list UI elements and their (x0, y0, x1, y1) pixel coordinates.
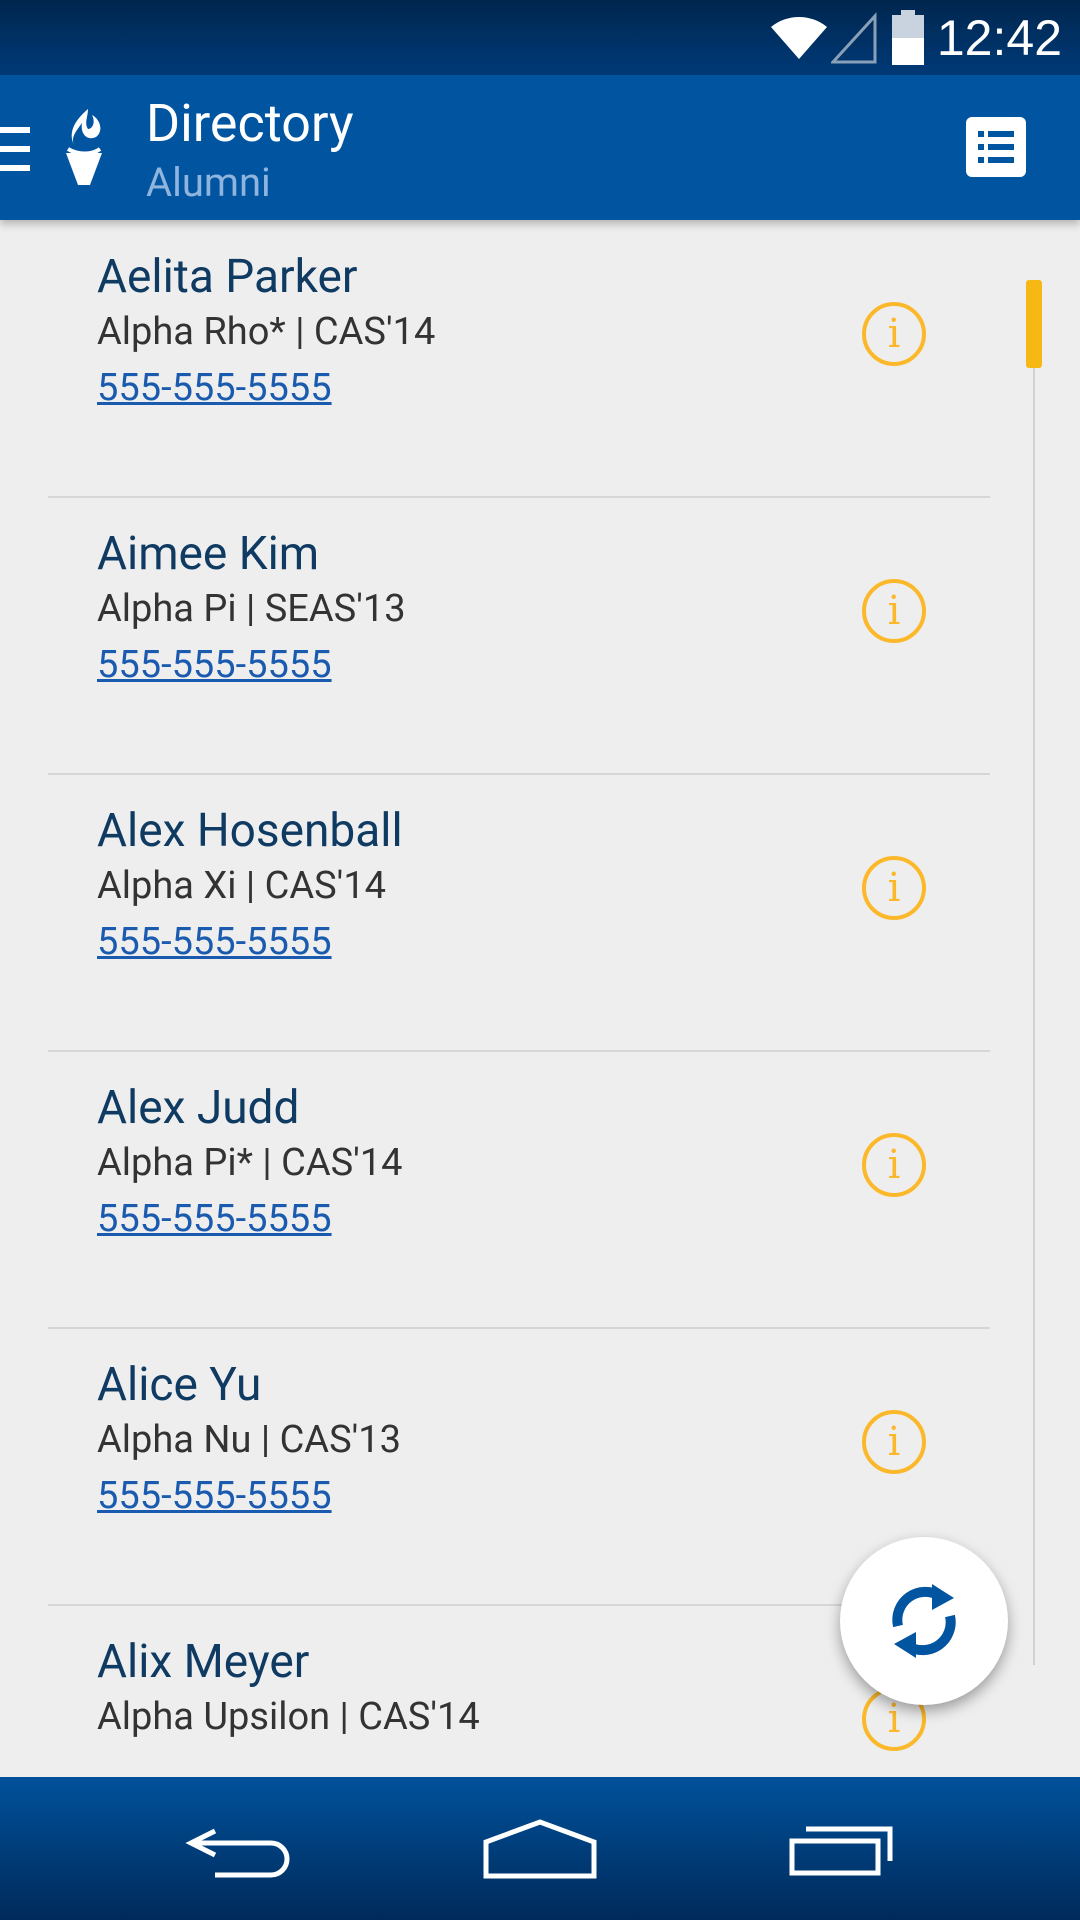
home-button[interactable] (460, 1777, 620, 1920)
hamburger-icon[interactable] (0, 127, 30, 171)
back-button[interactable] (160, 1777, 320, 1920)
list-item[interactable]: Aelita Parker Alpha Rho* | CAS'14 555-55… (48, 220, 990, 498)
contact-name: Aelita Parker (97, 250, 358, 304)
contact-phone-link[interactable]: 555-555-5555 (97, 366, 332, 410)
refresh-button[interactable] (840, 1537, 1008, 1705)
page-subtitle: Alumni (146, 159, 271, 206)
contact-meta: Alpha Xi | CAS'14 (97, 864, 387, 908)
torch-logo[interactable] (58, 107, 110, 187)
list-item[interactable]: Alex Judd Alpha Pi* | CAS'14 555-555-555… (48, 1051, 990, 1329)
system-nav-bar (0, 1777, 1080, 1920)
contact-name: Alice Yu (97, 1358, 262, 1412)
list-item[interactable]: Alice Yu Alpha Nu | CAS'13 555-555-5555 … (48, 1328, 990, 1606)
contact-phone-link[interactable]: 555-555-5555 (97, 1474, 332, 1518)
info-icon[interactable]: i (862, 856, 926, 920)
info-icon[interactable]: i (862, 1410, 926, 1474)
contact-phone-link[interactable]: 555-555-5555 (97, 643, 332, 687)
home-icon (483, 1818, 597, 1878)
list-view-icon[interactable] (966, 117, 1026, 177)
scrollbar-thumb[interactable] (1026, 280, 1042, 368)
cell-signal-icon (830, 11, 877, 63)
refresh-icon (892, 1584, 956, 1658)
page-title: Directory (146, 93, 354, 154)
recent-apps-icon (789, 1826, 893, 1875)
contact-phone-link[interactable]: 555-555-5555 (97, 1197, 332, 1241)
list-item[interactable]: Aimee Kim Alpha Pi | SEAS'13 555-555-555… (48, 497, 990, 775)
contact-phone-link[interactable]: 555-555-5555 (97, 920, 332, 964)
list-item[interactable]: Alex Hosenball Alpha Xi | CAS'14 555-555… (48, 774, 990, 1052)
back-icon (185, 1828, 290, 1877)
battery-icon (891, 9, 924, 65)
status-bar: 12:42 (0, 0, 1080, 75)
recent-apps-button[interactable] (763, 1777, 923, 1920)
info-icon[interactable]: i (862, 1133, 926, 1197)
info-icon[interactable]: i (862, 579, 926, 643)
contact-meta: Alpha Pi* | CAS'14 (97, 1141, 403, 1185)
contact-meta: Alpha Upsilon | CAS'14 (97, 1695, 480, 1739)
scrollbar-track[interactable] (1033, 280, 1035, 1665)
status-time: 12:42 (936, 9, 1062, 66)
contact-name: Alix Meyer (97, 1635, 310, 1689)
contact-name: Alex Judd (97, 1081, 300, 1135)
contact-meta: Alpha Nu | CAS'13 (97, 1418, 402, 1462)
contact-meta: Alpha Pi | SEAS'13 (97, 587, 406, 631)
screen: 12:42 Directory Alumni Aelita Parker Alp… (0, 0, 1080, 1920)
contact-name: Alex Hosenball (97, 804, 403, 858)
contact-meta: Alpha Rho* | CAS'14 (97, 310, 436, 354)
app-bar: Directory Alumni (0, 75, 1080, 220)
info-icon[interactable]: i (862, 302, 926, 366)
status-icons: 12:42 (769, 0, 1080, 75)
wifi-icon (770, 16, 827, 59)
contact-name: Aimee Kim (97, 527, 320, 581)
